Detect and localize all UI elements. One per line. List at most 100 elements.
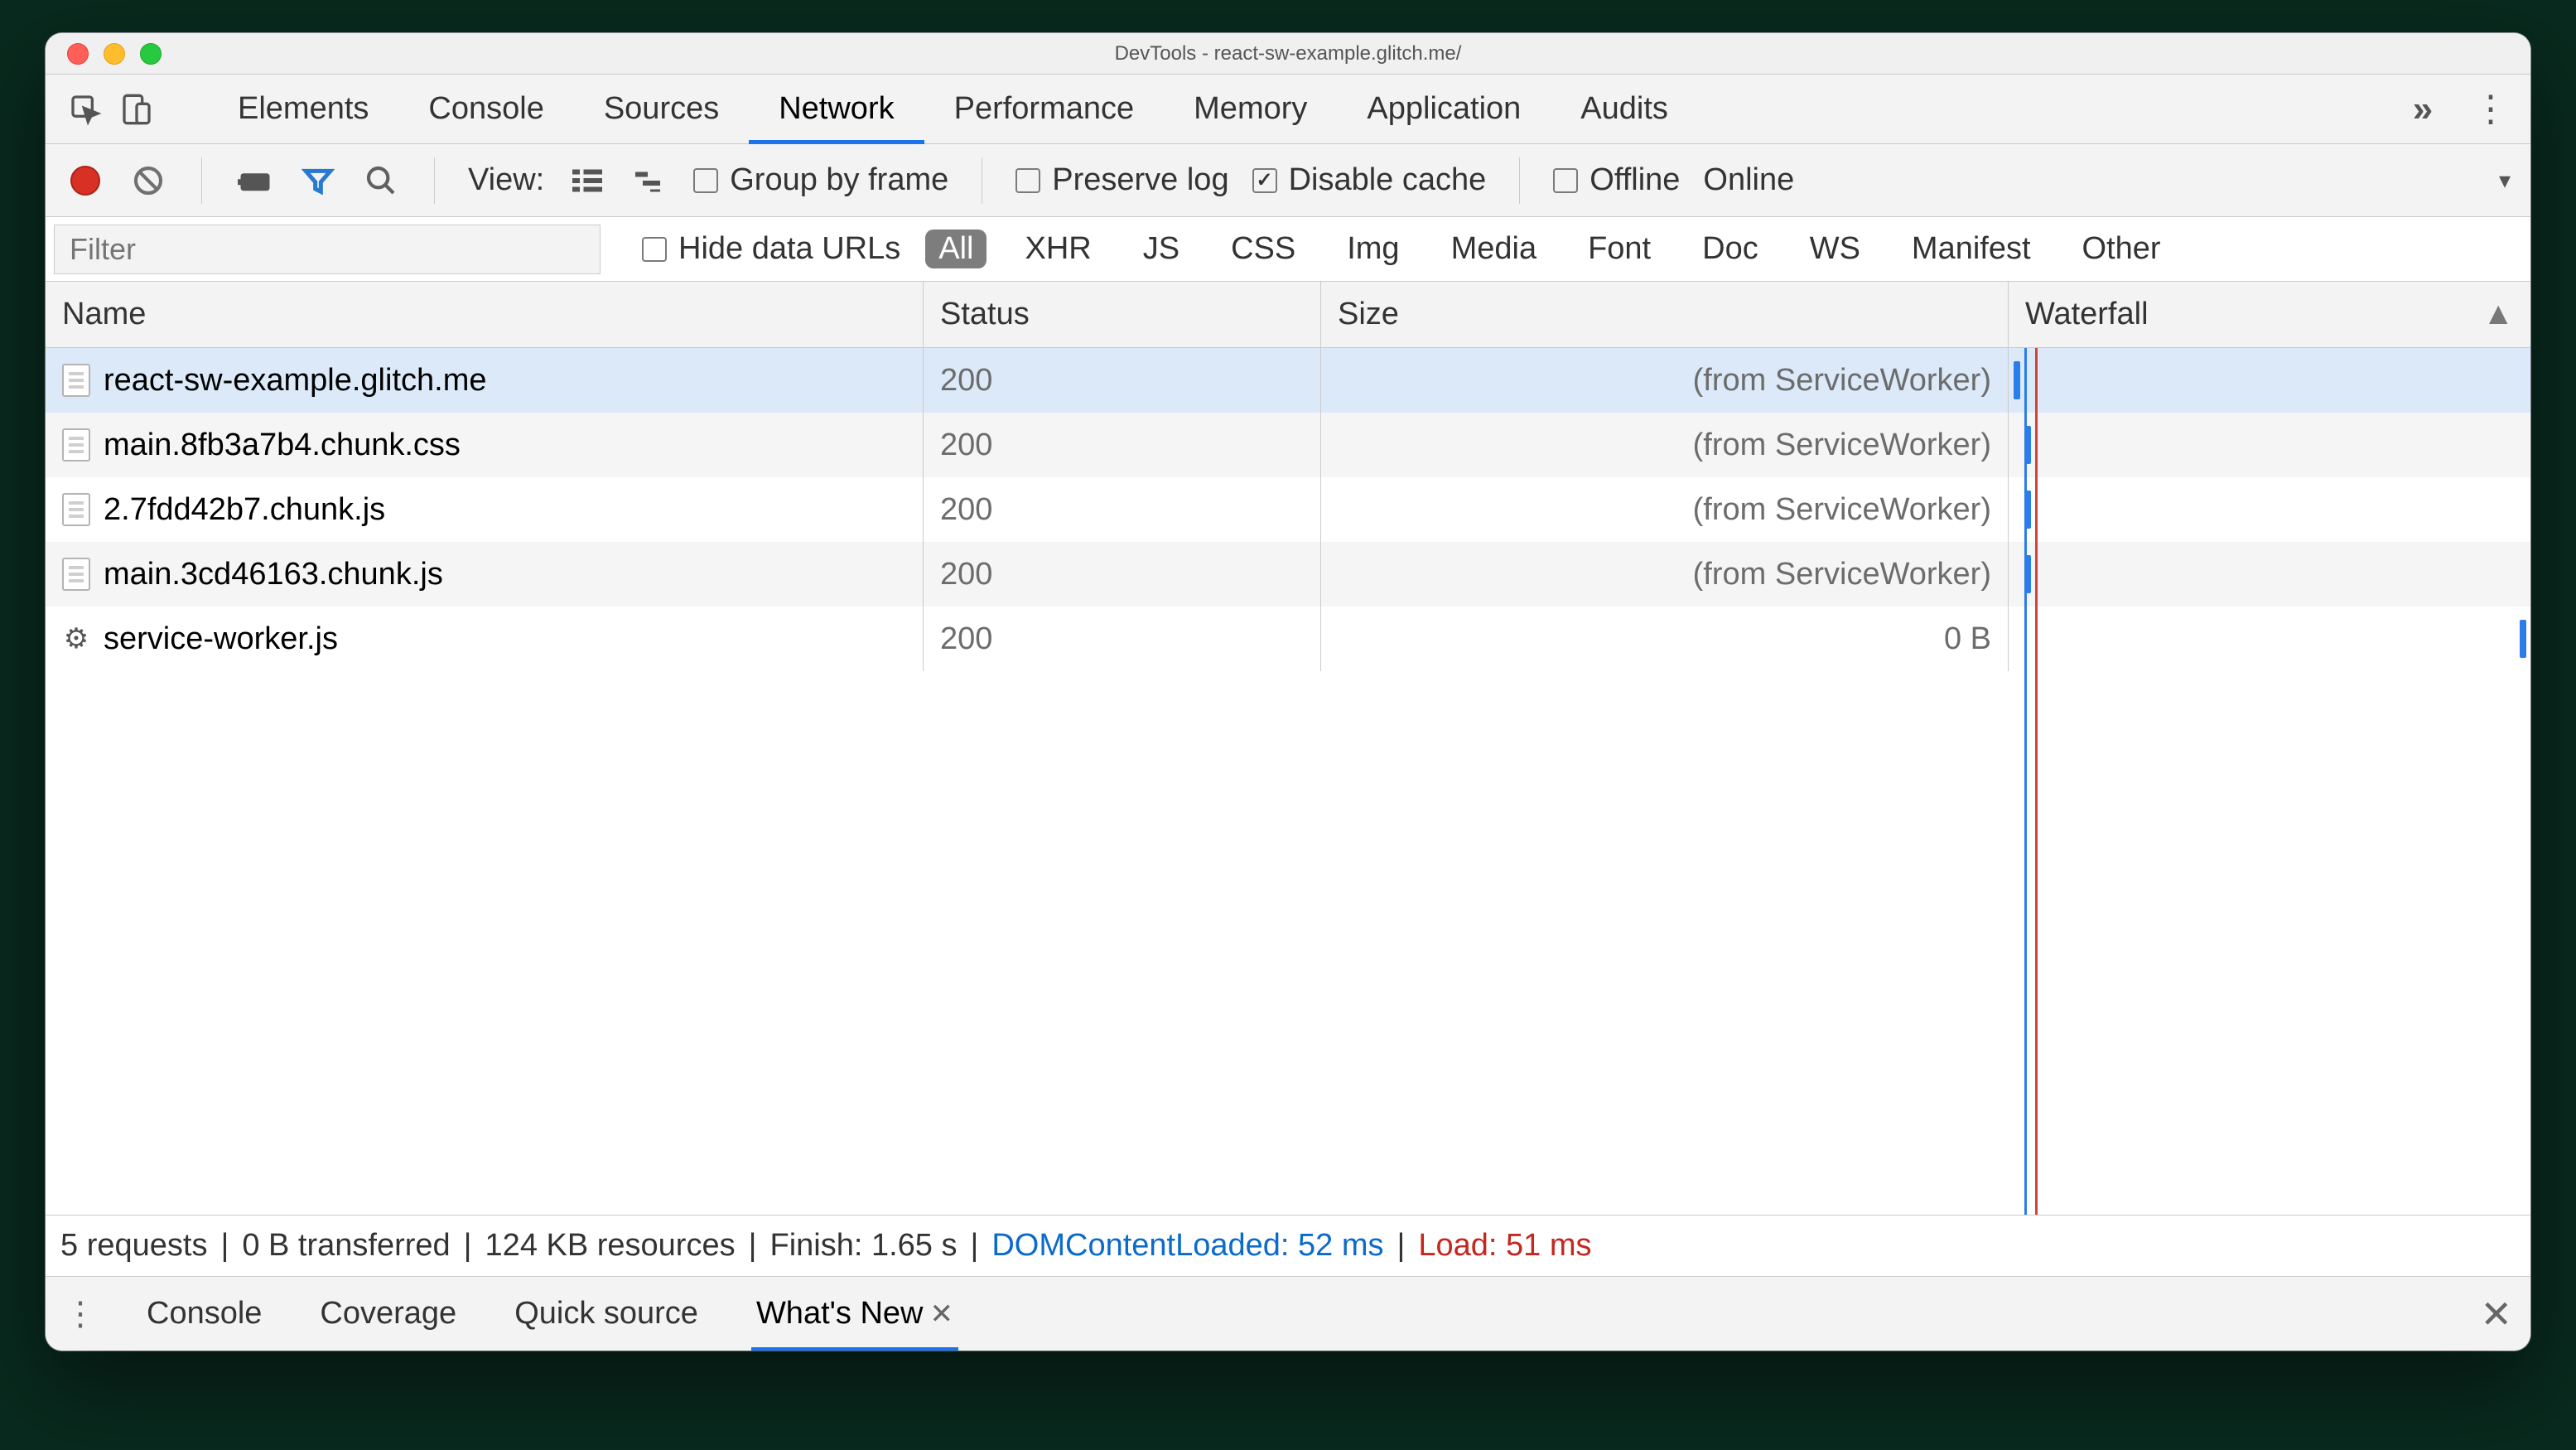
- tab-performance[interactable]: Performance: [924, 75, 1165, 143]
- request-waterfall: [2009, 542, 2530, 607]
- close-tab-icon[interactable]: ✕: [929, 1298, 953, 1331]
- filter-type-other[interactable]: Other: [2069, 230, 2174, 268]
- view-label: View:: [468, 162, 544, 198]
- filter-type-css[interactable]: CSS: [1218, 230, 1309, 268]
- filter-type-manifest[interactable]: Manifest: [1898, 230, 2044, 268]
- filter-type-img[interactable]: Img: [1334, 230, 1412, 268]
- network-table-body: react-sw-example.glitch.me200(from Servi…: [46, 348, 2530, 1215]
- disable-cache-checkbox[interactable]: Disable cache: [1252, 162, 1487, 198]
- record-button[interactable]: [65, 161, 105, 201]
- file-icon: [62, 428, 90, 462]
- request-waterfall: [2009, 348, 2530, 413]
- filter-type-xhr[interactable]: XHR: [1011, 230, 1104, 268]
- request-status: 200: [924, 348, 1321, 413]
- throttling-select[interactable]: Online: [1703, 162, 1794, 198]
- panel-tabs: ElementsConsoleSourcesNetworkPerformance…: [46, 75, 2530, 144]
- drawer-tab-what-s-new[interactable]: What's New✕: [756, 1277, 953, 1351]
- titlebar: DevTools - react-sw-example.glitch.me/: [46, 33, 2530, 75]
- col-status[interactable]: Status: [924, 282, 1321, 347]
- throttling-dropdown-icon[interactable]: ▾: [2499, 167, 2511, 194]
- settings-kebab-icon[interactable]: ⋮: [2469, 88, 2512, 131]
- filter-type-ws[interactable]: WS: [1797, 230, 1874, 268]
- maximize-window-button[interactable]: [140, 43, 162, 65]
- table-row[interactable]: ⚙ service-worker.js 2000 B: [46, 607, 2530, 671]
- group-by-frame-checkbox[interactable]: Group by frame: [693, 162, 948, 198]
- tab-sources[interactable]: Sources: [574, 75, 749, 143]
- file-icon: [62, 364, 90, 397]
- capture-screenshot-icon[interactable]: [235, 161, 275, 201]
- overview-icon[interactable]: [630, 161, 670, 201]
- clear-button[interactable]: [128, 161, 168, 201]
- tab-network[interactable]: Network: [749, 75, 924, 143]
- device-toolbar-icon[interactable]: [115, 88, 158, 131]
- disable-cache-label: Disable cache: [1289, 162, 1487, 198]
- waterfall-bar: [2014, 361, 2020, 400]
- col-size[interactable]: Size: [1321, 282, 2009, 347]
- request-status: 200: [924, 607, 1321, 671]
- hide-data-urls-label: Hide data URLs: [678, 231, 900, 267]
- filter-type-js[interactable]: JS: [1130, 230, 1193, 268]
- tab-console[interactable]: Console: [398, 75, 573, 143]
- table-row[interactable]: main.3cd46163.chunk.js200(from ServiceWo…: [46, 542, 2530, 607]
- request-waterfall: [2009, 607, 2530, 671]
- request-status: 200: [924, 413, 1321, 477]
- network-status-bar: 5 requests | 0 B transferred | 124 KB re…: [46, 1215, 2530, 1276]
- tab-application[interactable]: Application: [1337, 75, 1551, 143]
- filter-type-all[interactable]: All: [925, 230, 987, 268]
- file-icon: [62, 493, 90, 526]
- status-finish: Finish: 1.65 s: [769, 1228, 957, 1264]
- drawer-tab-quick-source[interactable]: Quick source: [514, 1277, 698, 1351]
- gear-icon: ⚙: [62, 622, 90, 655]
- devtools-window: DevTools - react-sw-example.glitch.me/ E…: [46, 33, 2530, 1351]
- request-waterfall: [2009, 413, 2530, 477]
- request-size: (from ServiceWorker): [1321, 477, 2009, 542]
- request-status: 200: [924, 542, 1321, 607]
- file-icon: [62, 558, 90, 591]
- drawer-tabs: ⋮ Console Coverage Quick source What's New✕…: [46, 1276, 2530, 1351]
- status-transferred: 0 B transferred: [242, 1228, 450, 1264]
- close-drawer-icon[interactable]: ✕: [2480, 1292, 2512, 1336]
- filter-type-media[interactable]: Media: [1438, 230, 1551, 268]
- request-waterfall: [2009, 477, 2530, 542]
- large-rows-icon[interactable]: [567, 161, 607, 201]
- drawer-tab-coverage[interactable]: Coverage: [320, 1277, 456, 1351]
- request-name: 2.7fdd42b7.chunk.js: [104, 492, 385, 528]
- status-load: Load: 51 ms: [1418, 1228, 1591, 1264]
- network-table-header: Name Status Size Waterfall ▲: [46, 282, 2530, 348]
- request-size: 0 B: [1321, 607, 2009, 671]
- waterfall-bar: [2024, 491, 2031, 529]
- window-title: DevTools - react-sw-example.glitch.me/: [46, 42, 2530, 65]
- offline-label: Offline: [1589, 162, 1680, 198]
- table-row[interactable]: main.8fb3a7b4.chunk.css200(from ServiceW…: [46, 413, 2530, 477]
- col-name[interactable]: Name: [46, 282, 924, 347]
- drawer-tab-console[interactable]: Console: [147, 1277, 262, 1351]
- filter-type-doc[interactable]: Doc: [1689, 230, 1772, 268]
- drawer-kebab-icon[interactable]: ⋮: [64, 1295, 97, 1333]
- minimize-window-button[interactable]: [104, 43, 125, 65]
- inspect-element-icon[interactable]: [64, 88, 107, 131]
- waterfall-bar: [2024, 555, 2031, 594]
- request-size: (from ServiceWorker): [1321, 348, 2009, 413]
- tab-audits[interactable]: Audits: [1551, 75, 1698, 143]
- hide-data-urls-checkbox[interactable]: Hide data URLs: [642, 231, 900, 267]
- table-row[interactable]: react-sw-example.glitch.me 200(from Servi…: [46, 348, 2530, 413]
- preserve-log-checkbox[interactable]: Preserve log: [1015, 162, 1228, 198]
- filter-icon[interactable]: [298, 161, 338, 201]
- col-waterfall[interactable]: Waterfall ▲: [2009, 282, 2530, 347]
- network-toolbar: View: Group by frame Prese: [46, 144, 2530, 217]
- request-name: main.3cd46163.chunk.js: [104, 557, 443, 592]
- table-row[interactable]: 2.7fdd42b7.chunk.js 200(from ServiceWorke…: [46, 477, 2530, 542]
- search-icon[interactable]: [361, 161, 401, 201]
- tab-elements[interactable]: Elements: [208, 75, 398, 143]
- close-window-button[interactable]: [67, 43, 89, 65]
- tab-memory[interactable]: Memory: [1164, 75, 1337, 143]
- request-size: (from ServiceWorker): [1321, 413, 2009, 477]
- group-by-frame-label: Group by frame: [730, 162, 948, 198]
- request-status: 200: [924, 477, 1321, 542]
- more-tabs-icon[interactable]: »: [2401, 88, 2444, 131]
- offline-checkbox[interactable]: Offline: [1553, 162, 1680, 198]
- request-name: service-worker.js: [104, 621, 338, 657]
- filter-type-font[interactable]: Font: [1575, 230, 1664, 268]
- request-name: react-sw-example.glitch.me: [104, 363, 486, 399]
- filter-input[interactable]: [54, 225, 601, 274]
